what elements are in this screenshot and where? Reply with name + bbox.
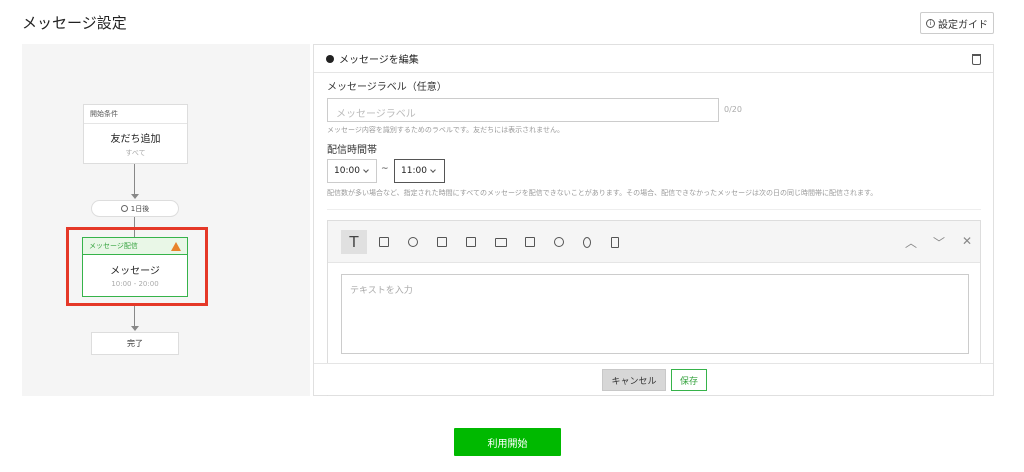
time-separator: ~ xyxy=(381,164,389,174)
survey-tool-button[interactable] xyxy=(602,230,628,254)
start-condition-node[interactable]: 開始条件 友だち追加 すべて xyxy=(83,104,188,164)
editor-heading: メッセージを編集 xyxy=(339,55,419,66)
card-icon xyxy=(495,237,507,247)
image-tool-button[interactable] xyxy=(371,230,397,254)
audio-icon xyxy=(583,236,591,248)
divider xyxy=(327,209,981,210)
message-text-input[interactable]: テキストを入力 xyxy=(341,274,969,354)
start-time-select[interactable]: 10:00 xyxy=(327,159,377,183)
flow-connector xyxy=(134,306,135,327)
image-icon xyxy=(379,237,389,247)
save-button[interactable]: 保存 xyxy=(671,369,707,391)
editor-header: メッセージを編集 xyxy=(314,45,993,73)
warning-icon xyxy=(171,241,181,251)
card-tool-button[interactable] xyxy=(488,230,514,254)
rich-video-tool-button[interactable] xyxy=(517,230,543,254)
message-label-counter: 0/20 xyxy=(724,105,742,114)
message-label-help: メッセージ内容を識別するためのラベルです。友だちには表示されません。 xyxy=(327,126,564,134)
start-using-button[interactable]: 利用開始 xyxy=(454,428,561,456)
chevron-down-icon xyxy=(363,167,369,173)
message-delivery-header-label: メッセージ配信 xyxy=(89,242,138,250)
editor-footer: キャンセル 保存 xyxy=(314,363,993,395)
delivery-time-title: 配信時間帯 xyxy=(327,145,377,156)
start-condition-header: 開始条件 xyxy=(84,105,187,124)
delivery-time-help: 配信数が多い場合など、指定された時間にすべてのメッセージを配信できないことがあり… xyxy=(327,189,878,197)
video-icon xyxy=(466,237,476,247)
move-up-icon[interactable]: ︿ xyxy=(905,234,917,251)
survey-icon xyxy=(611,236,619,248)
message-label-input[interactable]: メッセージラベル xyxy=(327,98,719,122)
sticker-tool-button[interactable] xyxy=(400,230,426,254)
end-node-label: 完了 xyxy=(127,339,143,348)
composer-toolbar: T ︿ ﹀ ✕ xyxy=(328,221,980,263)
start-time-value: 10:00 xyxy=(334,166,360,176)
message-label-title: メッセージラベル（任意） xyxy=(327,82,447,93)
chevron-down-icon xyxy=(430,167,436,173)
text-tool-button[interactable]: T xyxy=(341,230,367,254)
message-delivery-node[interactable]: メッセージ配信 メッセージ 10:00 - 20:00 xyxy=(82,237,188,297)
audio-tool-button[interactable] xyxy=(574,230,600,254)
end-time-select[interactable]: 11:00 xyxy=(394,159,445,183)
setting-guide-label: 設定ガイド xyxy=(938,19,988,31)
info-icon: i xyxy=(926,18,935,28)
delay-label: 1日後 xyxy=(130,204,150,213)
flow-arrow-icon xyxy=(131,194,139,199)
sticker-icon xyxy=(408,237,418,247)
end-time-value: 11:00 xyxy=(401,166,427,176)
message-node-title: メッセージ xyxy=(110,266,160,277)
video-tool-button[interactable] xyxy=(458,230,484,254)
flow-panel: 開始条件 友だち追加 すべて 1日後 メッセージ配信 メッセージ 10:00 -… xyxy=(22,44,310,396)
message-editor: メッセージを編集 メッセージラベル（任意） メッセージラベル 0/20 メッセー… xyxy=(313,44,994,396)
trash-icon[interactable] xyxy=(972,54,981,65)
emoji-tool-button[interactable] xyxy=(546,230,572,254)
end-node: 完了 xyxy=(91,332,179,355)
rich-video-icon xyxy=(525,237,535,247)
emoji-icon xyxy=(554,237,564,247)
close-icon[interactable]: ✕ xyxy=(962,234,972,248)
flow-connector xyxy=(134,164,135,195)
flow-arrow-icon xyxy=(131,326,139,331)
page-title: メッセージ設定 xyxy=(22,14,127,32)
message-delivery-header: メッセージ配信 xyxy=(83,238,187,255)
move-down-icon[interactable]: ﹀ xyxy=(933,234,945,251)
clock-icon xyxy=(120,205,128,212)
start-condition-title: 友だち追加 xyxy=(110,134,161,145)
setting-guide-button[interactable]: i 設定ガイド xyxy=(920,12,994,34)
coupon-icon xyxy=(437,237,447,247)
cancel-button[interactable]: キャンセル xyxy=(602,369,666,391)
coupon-tool-button[interactable] xyxy=(429,230,455,254)
start-condition-subtitle: すべて xyxy=(125,149,146,157)
bullet-icon xyxy=(326,54,334,63)
message-node-time: 10:00 - 20:00 xyxy=(111,280,159,288)
delay-pill[interactable]: 1日後 xyxy=(91,200,179,217)
text-icon: T xyxy=(349,233,359,251)
